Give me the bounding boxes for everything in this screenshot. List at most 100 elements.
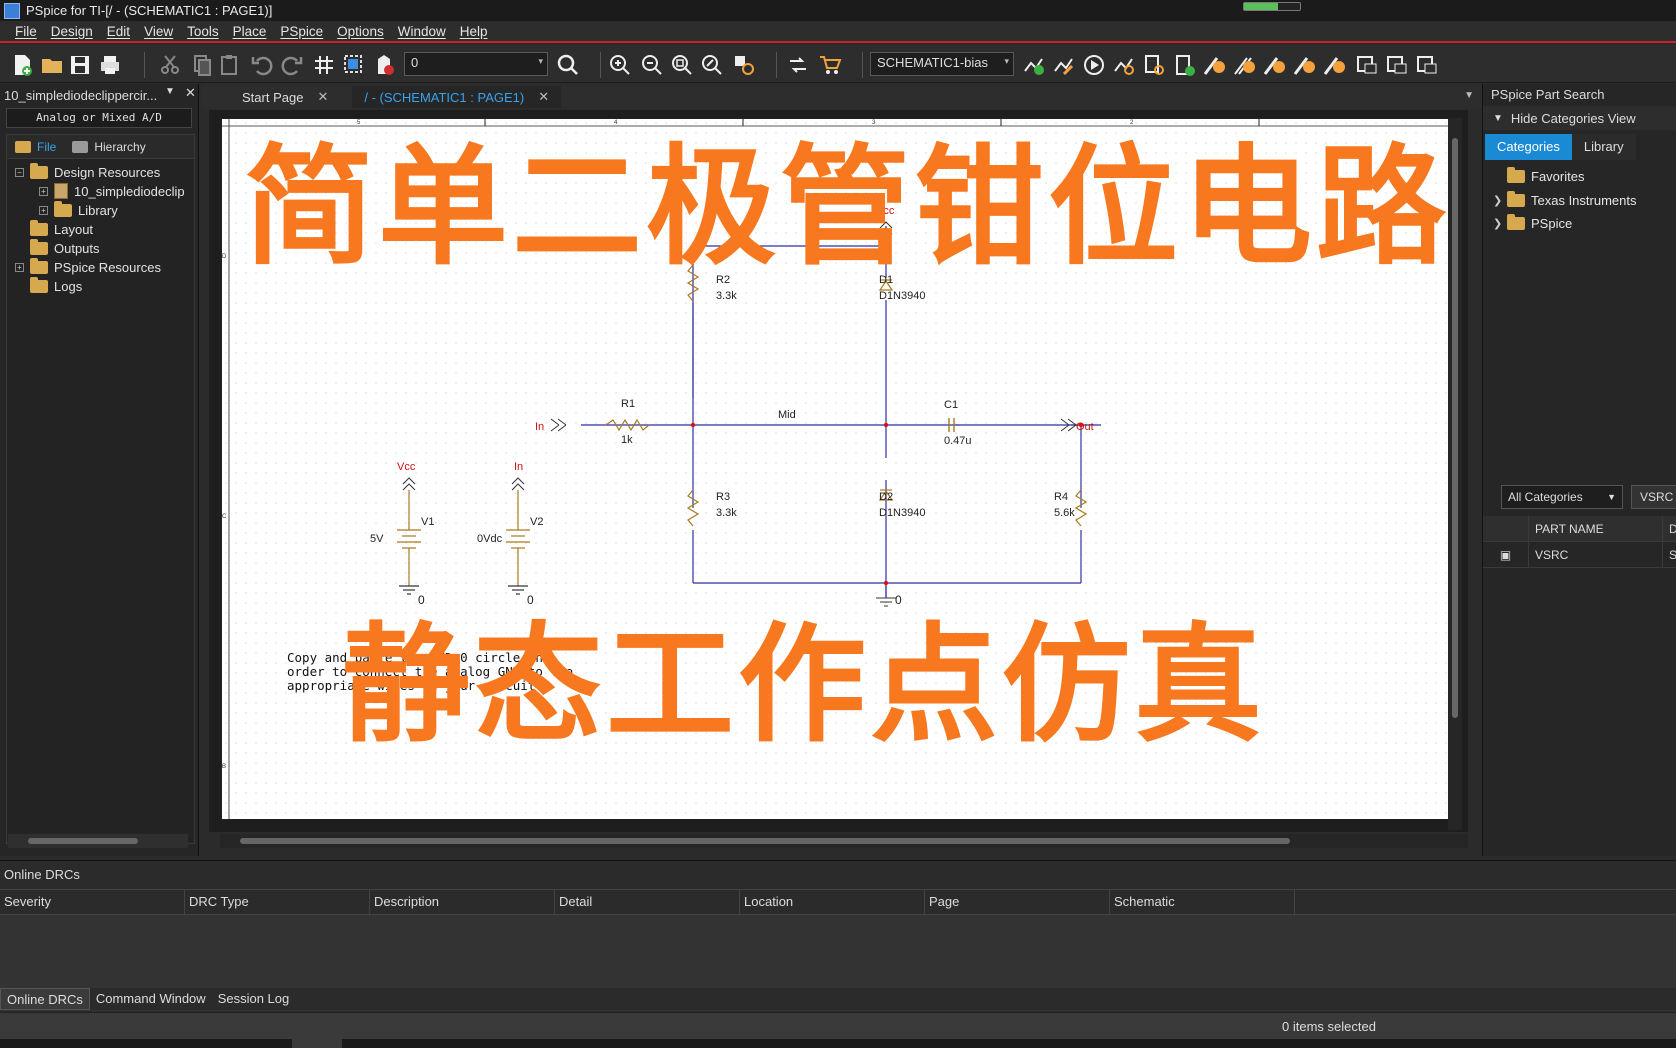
project-header[interactable]: 10_simplediodeclippercir... ▼ ✕ bbox=[0, 84, 198, 106]
tree-item-layout[interactable]: Layout bbox=[30, 219, 93, 238]
caret-down-icon: ▼ bbox=[1493, 112, 1503, 124]
tab-schematic-page[interactable]: / - (SCHEMATIC1 : PAGE1) ✕ bbox=[352, 86, 562, 108]
category-favorites[interactable]: Favorites bbox=[1493, 166, 1584, 186]
tab-library[interactable]: Library bbox=[1571, 134, 1636, 160]
new-sim-profile-icon[interactable] bbox=[1022, 53, 1046, 77]
cart-icon[interactable] bbox=[818, 53, 842, 77]
part-row[interactable]: ▣ VSRC S bbox=[1483, 541, 1676, 568]
overlay-subtitle: 静态工作点仿真 bbox=[342, 611, 1267, 760]
v1-vcc-symbol[interactable] bbox=[402, 477, 416, 491]
bias-voltage-icon[interactable] bbox=[1354, 53, 1378, 77]
tree-item-logs[interactable]: Logs bbox=[30, 276, 82, 295]
menu-tools[interactable]: Tools bbox=[187, 24, 219, 39]
grid-icon[interactable] bbox=[312, 53, 336, 77]
chevron-down-icon[interactable]: ▼ bbox=[165, 86, 175, 97]
column-severity[interactable]: Severity bbox=[0, 890, 185, 914]
save-icon[interactable] bbox=[68, 53, 92, 77]
place-pspice-part-icon[interactable] bbox=[1172, 53, 1196, 77]
tab-online-drcs[interactable]: Online DRCs bbox=[0, 988, 90, 1010]
menu-view[interactable]: View bbox=[144, 24, 173, 39]
edit-sim-profile-icon[interactable] bbox=[1052, 53, 1076, 77]
zoom-out-icon[interactable] bbox=[640, 53, 664, 77]
close-icon[interactable]: ✕ bbox=[317, 89, 328, 105]
net-out-port: Out bbox=[1076, 421, 1094, 433]
copy-icon[interactable] bbox=[190, 53, 214, 77]
voltage-marker-icon[interactable] bbox=[1202, 53, 1226, 77]
bias-current-icon[interactable] bbox=[1384, 53, 1408, 77]
column-location[interactable]: Location bbox=[740, 890, 925, 914]
tree-item-design-file[interactable]: +10_simplediodeclip bbox=[39, 182, 185, 200]
chevron-right-icon[interactable]: ❯ bbox=[1493, 217, 1507, 230]
ground-symbol[interactable] bbox=[876, 597, 896, 607]
hide-categories-toggle[interactable]: ▼ Hide Categories View bbox=[1483, 106, 1676, 130]
voltage-source-v1[interactable] bbox=[397, 490, 421, 595]
search-icon[interactable] bbox=[556, 53, 580, 77]
port-in-symbol[interactable] bbox=[550, 418, 567, 432]
menu-file[interactable]: File bbox=[15, 24, 37, 39]
temperature-marker-icon[interactable] bbox=[1322, 53, 1346, 77]
zoom-fit-icon[interactable] bbox=[670, 53, 694, 77]
tab-start-page[interactable]: Start Page ✕ bbox=[230, 86, 340, 108]
column-description[interactable]: D bbox=[1663, 516, 1676, 542]
cut-icon[interactable] bbox=[158, 53, 182, 77]
tree-item-design-resources[interactable]: − Design Resources bbox=[15, 162, 160, 181]
column-detail[interactable]: Detail bbox=[555, 890, 740, 914]
tab-file[interactable]: File bbox=[7, 136, 64, 158]
tab-categories[interactable]: Categories bbox=[1485, 134, 1572, 160]
undo-icon[interactable] bbox=[250, 53, 274, 77]
chevron-right-icon[interactable]: ❯ bbox=[1493, 194, 1507, 207]
output-file-icon[interactable] bbox=[1142, 53, 1166, 77]
column-description[interactable]: Description bbox=[370, 890, 555, 914]
tab-session-log[interactable]: Session Log bbox=[212, 988, 296, 1010]
column-drc-type[interactable]: DRC Type bbox=[185, 890, 370, 914]
tree-item-outputs[interactable]: Outputs bbox=[30, 238, 100, 257]
redo-icon[interactable] bbox=[280, 53, 304, 77]
tab-hierarchy[interactable]: Hierarchy bbox=[64, 136, 153, 158]
zoom-area-icon[interactable] bbox=[700, 53, 724, 77]
view-results-icon[interactable] bbox=[1112, 53, 1136, 77]
menu-pspice[interactable]: PSpice bbox=[280, 24, 323, 39]
category-texas-instruments[interactable]: ❯ Texas Instruments bbox=[1493, 190, 1637, 210]
tree-item-library[interactable]: + Library bbox=[39, 200, 118, 219]
part-search-input[interactable]: VSRC bbox=[1631, 485, 1676, 509]
v1-value: 5V bbox=[370, 533, 384, 545]
print-icon[interactable] bbox=[98, 53, 122, 77]
open-folder-icon[interactable] bbox=[40, 53, 64, 77]
area-select-icon[interactable] bbox=[342, 53, 366, 77]
simulation-profile-combo[interactable]: SCHEMATIC1-bias ▾ bbox=[870, 52, 1014, 76]
menu-options[interactable]: Options bbox=[337, 24, 384, 39]
annotate-icon[interactable] bbox=[786, 53, 810, 77]
category-filter-select[interactable]: All Categories ▼ bbox=[1501, 485, 1623, 509]
cross-probe-icon[interactable] bbox=[732, 53, 756, 77]
tree-item-pspice-resources[interactable]: + PSpice Resources bbox=[15, 257, 161, 276]
bias-power-icon[interactable] bbox=[1414, 53, 1438, 77]
canvas-horizontal-scrollbar[interactable] bbox=[220, 834, 1468, 848]
voltage-diff-marker-icon[interactable] bbox=[1232, 53, 1256, 77]
tree-horizontal-scrollbar[interactable] bbox=[8, 834, 188, 848]
menu-edit[interactable]: Edit bbox=[107, 24, 130, 39]
menu-window[interactable]: Window bbox=[398, 24, 446, 39]
category-pspice[interactable]: ❯ PSpice bbox=[1493, 213, 1572, 233]
paste-icon[interactable] bbox=[218, 53, 242, 77]
run-simulation-icon[interactable] bbox=[1082, 53, 1106, 77]
column-schematic[interactable]: Schematic bbox=[1110, 890, 1295, 914]
menu-place[interactable]: Place bbox=[233, 24, 267, 39]
chevron-down-icon[interactable]: ▼ bbox=[1464, 90, 1474, 101]
border-zone-label: D bbox=[222, 254, 227, 260]
part-filter-combo[interactable]: 0 ▾ bbox=[404, 52, 548, 76]
close-icon[interactable]: ✕ bbox=[538, 89, 549, 105]
current-marker-icon[interactable] bbox=[1262, 53, 1286, 77]
power-marker-icon[interactable] bbox=[1292, 53, 1316, 77]
close-icon[interactable]: ✕ bbox=[185, 85, 196, 101]
canvas-vertical-scrollbar[interactable] bbox=[1448, 118, 1462, 830]
tab-command-window[interactable]: Command Window bbox=[90, 988, 212, 1010]
menu-help[interactable]: Help bbox=[460, 24, 488, 39]
column-page[interactable]: Page bbox=[925, 890, 1110, 914]
drc-marker-icon[interactable] bbox=[372, 53, 396, 77]
new-file-icon[interactable] bbox=[10, 53, 34, 77]
zoom-in-icon[interactable] bbox=[608, 53, 632, 77]
column-part-name[interactable]: PART NAME bbox=[1529, 515, 1663, 542]
v2-in-symbol[interactable] bbox=[511, 477, 525, 491]
voltage-source-v2[interactable] bbox=[506, 490, 530, 595]
menu-design[interactable]: Design bbox=[51, 24, 93, 39]
